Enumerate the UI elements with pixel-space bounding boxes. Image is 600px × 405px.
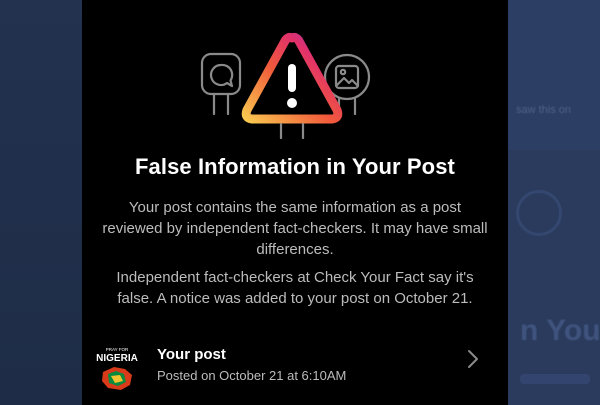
background-ghost-icon bbox=[516, 190, 562, 236]
thumbnail-caption-small: PRAY FOR bbox=[106, 347, 129, 352]
fact-check-notice: Independent fact-checkers at Check Your … bbox=[116, 269, 474, 307]
warning-triangle-icon bbox=[241, 32, 343, 140]
background-ghost-line bbox=[520, 374, 590, 384]
background-app-right: saw this on n Your F bbox=[508, 0, 600, 405]
chat-bubble-sign-icon bbox=[200, 52, 242, 116]
background-band bbox=[508, 0, 600, 150]
thumbnail-caption-main: NIGERIA bbox=[96, 353, 138, 364]
screen: saw this on n Your F bbox=[0, 0, 600, 405]
false-information-illustration bbox=[200, 32, 371, 140]
false-information-dialog: False Information in Your Post Your post… bbox=[82, 0, 508, 405]
background-blurred-text: saw this on bbox=[516, 104, 572, 116]
post-thumbnail: PRAY FOR NIGERIA bbox=[94, 344, 140, 392]
background-app-left bbox=[0, 0, 82, 405]
background-panel bbox=[508, 150, 600, 405]
background-blurred-heading: n Your F bbox=[520, 314, 600, 347]
your-post-row[interactable]: PRAY FOR NIGERIA Your post Posted on Oct… bbox=[82, 338, 508, 405]
post-title: Your post bbox=[157, 346, 226, 363]
dialog-description: Your post contains the same information … bbox=[102, 199, 488, 258]
dialog-title: False Information in Your Post bbox=[134, 154, 455, 179]
chevron-right-icon[interactable] bbox=[465, 348, 481, 370]
post-timestamp: Posted on October 21 at 6:10AM bbox=[157, 368, 347, 383]
